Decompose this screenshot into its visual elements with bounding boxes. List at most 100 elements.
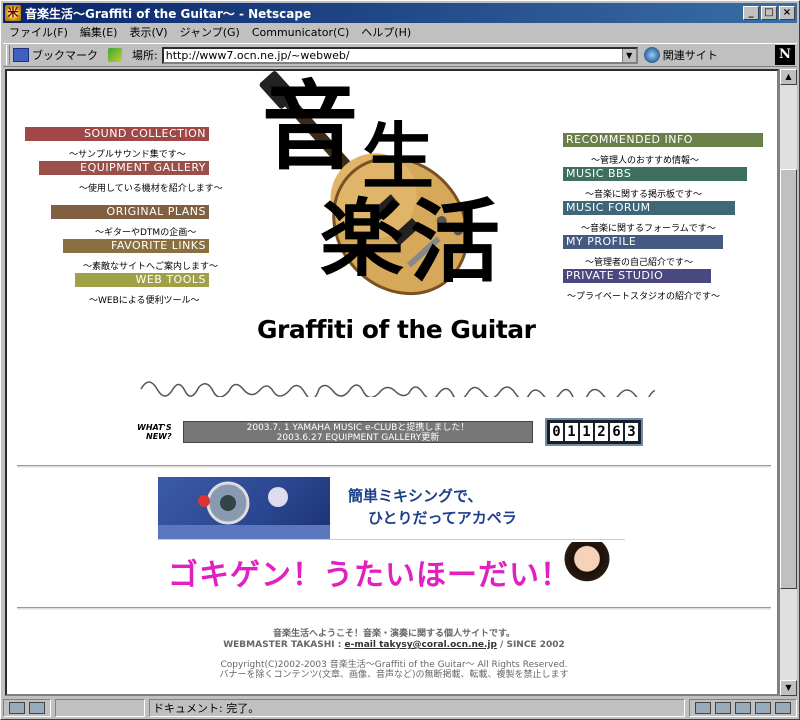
nav-desc: 〜サンプルサウンド集です〜 [69, 150, 186, 160]
decorative-script-divider [140, 381, 655, 397]
counter-digit: 3 [625, 423, 638, 441]
nav-desc: 〜WEBによる便利ツール〜 [89, 296, 200, 306]
banner-line-1: 簡単ミキシングで、 [348, 487, 483, 505]
news-box: 2003.7. 1 YAMAHA MUSIC e-CLUBと提携しました！ 20… [183, 421, 533, 443]
title-bar: 米 音楽生活〜Graffiti of the Guitar〜 - Netscap… [3, 3, 797, 23]
yamaha-banner[interactable]: 簡単ミキシングで、 ひとりだってアカペラ [158, 477, 625, 539]
nav-desc: 〜音楽に関する掲示板です〜 [585, 190, 703, 200]
toolbar-grip[interactable] [6, 45, 10, 65]
nav-recommended-info[interactable]: RECOMMENDED INFO [563, 133, 763, 147]
progress-segment [55, 699, 145, 717]
close-button[interactable]: × [779, 6, 795, 20]
connection-icon [29, 702, 45, 714]
status-bar: ドキュメント: 完了。 [3, 698, 797, 718]
scroll-up-button[interactable]: ▲ [780, 69, 797, 85]
security-segment[interactable] [3, 699, 51, 717]
news-item: 2003.6.27 EQUIPMENT GALLERY更新 [276, 433, 440, 443]
nav-desc: 〜管理者の自己紹介です〜 [585, 258, 694, 268]
nav-equipment-gallery[interactable]: EQUIPMENT GALLERY [39, 161, 209, 175]
logo-subtitle: Graffiti of the Guitar [257, 315, 536, 344]
divider [17, 465, 771, 468]
nav-desc: 〜プライベートスタジオの紹介です〜 [567, 292, 721, 302]
menu-edit[interactable]: 編集(E) [74, 24, 124, 40]
url-input[interactable]: http://www7.ocn.ne.jp/~webweb/ ▼ [161, 46, 638, 64]
page-proxy-icon[interactable] [108, 48, 122, 62]
location-toolbar: ブックマーク 場所: http://www7.ocn.ne.jp/~webweb… [3, 43, 797, 67]
browser-window: 米 音楽生活〜Graffiti of the Guitar〜 - Netscap… [0, 0, 800, 720]
nav-sound-collection[interactable]: SOUND COLLECTION [25, 127, 209, 141]
vertical-scrollbar[interactable]: ▲ ▼ [779, 69, 797, 696]
mixer-device-image [158, 477, 330, 539]
site-logo: 音 生 楽 活 [242, 71, 532, 341]
menu-help[interactable]: ヘルプ(H) [355, 24, 417, 40]
netscape-page-icon: 米 [5, 5, 21, 21]
scroll-thumb[interactable] [780, 169, 797, 589]
logo-char: 活 [410, 189, 500, 295]
status-text: ドキュメント: 完了。 [149, 699, 685, 717]
divider [17, 607, 771, 610]
mail-icon[interactable] [715, 702, 731, 714]
logo-char: 生 [362, 114, 435, 199]
footer-copyright: Copyright(C)2002-2003 音楽生活〜Graffiti of t… [220, 660, 568, 670]
menu-go[interactable]: ジャンプ(G) [174, 24, 246, 40]
url-text: http://www7.ocn.ne.jp/~webweb/ [165, 48, 350, 62]
nav-music-bbs[interactable]: MUSIC BBS [563, 167, 747, 181]
nav-desc: 〜使用している機材を紹介します〜 [79, 184, 223, 194]
nav-desc: 〜音楽に関するフォーラムです〜 [581, 224, 716, 234]
nav-desc: 〜ギターやDTMの企画〜 [95, 228, 197, 238]
counter-digit: 0 [550, 423, 563, 441]
logo-char: 音 [262, 70, 358, 183]
addressbook-icon[interactable] [755, 702, 771, 714]
menu-bar: ファイル(F) 編集(E) 表示(V) ジャンプ(G) Communicator… [3, 23, 797, 41]
singer-photo [557, 542, 617, 598]
component-bar [689, 699, 797, 717]
logo-char: 楽 [320, 189, 405, 288]
counter-digit: 2 [595, 423, 608, 441]
menu-communicator[interactable]: Communicator(C) [246, 26, 355, 39]
whats-label: WHAT'S [137, 423, 172, 432]
nav-private-studio[interactable]: PRIVATE STUDIO [563, 269, 711, 283]
related-sites-label: 関連サイト [662, 49, 718, 62]
bookmark-icon [13, 48, 29, 62]
related-globe-icon [643, 47, 660, 63]
karaoke-banner[interactable]: ゴキゲン！うたいほーだい！ [158, 539, 625, 599]
karaoke-banner-text: ゴキゲン！うたいほーだい！ [168, 558, 571, 593]
minimize-button[interactable]: _ [743, 6, 759, 20]
footer-welcome: 音楽生活へようこそ！音楽・演奏に関する個人サイトです。 [272, 629, 516, 639]
chat-icon[interactable] [775, 702, 791, 714]
counter-digit: 6 [610, 423, 623, 441]
whats-new-label: WHAT'S NEW? [137, 423, 172, 441]
nav-web-tools[interactable]: WEB TOOLS [75, 273, 209, 287]
scroll-down-button[interactable]: ▼ [780, 680, 797, 696]
location-label: 場所: [132, 49, 158, 62]
nav-favorite-links[interactable]: FAVORITE LINKS [63, 239, 209, 253]
window-title: 音楽生活〜Graffiti of the Guitar〜 - Netscape [25, 6, 312, 21]
netscape-logo[interactable]: N [775, 45, 795, 65]
nav-my-profile[interactable]: MY PROFILE [563, 235, 723, 249]
composer-icon[interactable] [735, 702, 751, 714]
navigator-icon[interactable] [695, 702, 711, 714]
news-item: 2003.7. 1 YAMAHA MUSIC e-CLUBと提携しました！ [246, 423, 470, 433]
nav-desc: 〜管理人のおすすめ情報〜 [591, 156, 700, 166]
related-sites-button[interactable]: 関連サイト [643, 47, 718, 63]
bookmarks-button[interactable]: ブックマーク [13, 47, 98, 63]
url-dropdown-button[interactable]: ▼ [621, 48, 636, 62]
nav-desc: 〜素敵なサイトへご案内します〜 [83, 262, 219, 272]
webmaster-label: WEBMASTER TAKASHI : [223, 640, 342, 650]
counter-digit: 1 [565, 423, 578, 441]
since-label: / SINCE 2002 [500, 640, 565, 650]
nav-original-plans[interactable]: ORIGINAL PLANS [51, 205, 209, 219]
footer-notice: バナーを除くコンテンツ(文章、画像、音声など)の無断掲載、転載、複製を禁止します [219, 670, 569, 680]
bookmarks-label: ブックマーク [32, 49, 98, 62]
footer-webmaster: WEBMASTER TAKASHI : e-mail takysy@coral.… [7, 640, 777, 650]
access-counter: 0 1 1 2 6 3 [545, 418, 643, 446]
counter-digit: 1 [580, 423, 593, 441]
new-label: NEW? [146, 432, 172, 441]
nav-music-forum[interactable]: MUSIC FORUM [563, 201, 735, 215]
lock-icon [9, 702, 25, 714]
email-link[interactable]: e-mail takysy@coral.ocn.ne.jp [345, 640, 497, 650]
menu-file[interactable]: ファイル(F) [3, 24, 74, 40]
menu-view[interactable]: 表示(V) [123, 24, 173, 40]
maximize-button[interactable]: □ [761, 6, 777, 20]
banner-line-2: ひとりだってアカペラ [368, 509, 517, 527]
